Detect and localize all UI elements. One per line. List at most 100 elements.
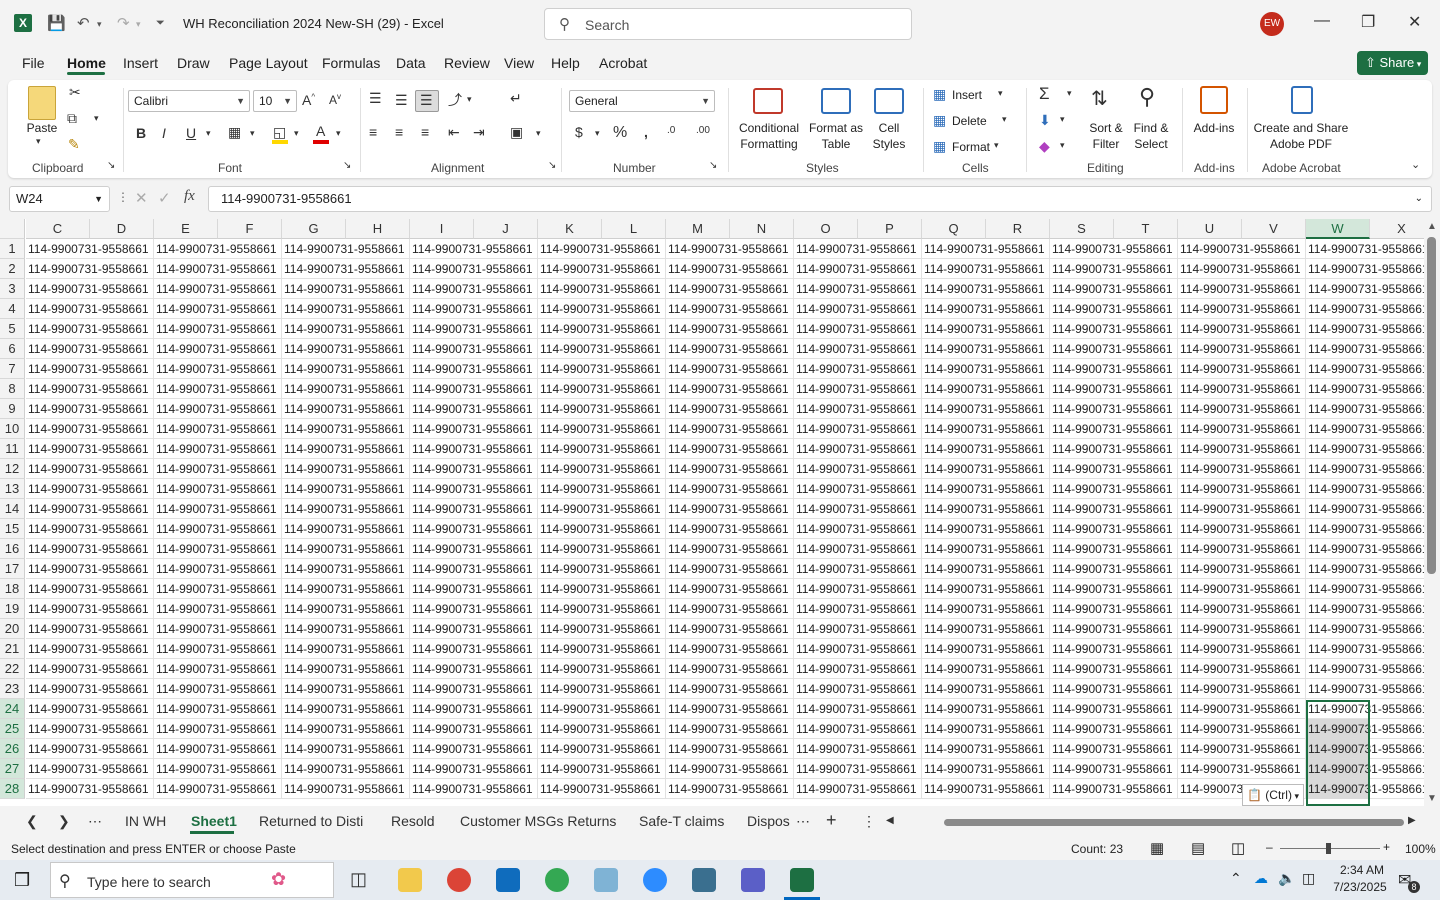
cell[interactable]: 114-9900731-9558661 [538, 279, 666, 299]
row-header[interactable]: 2 [0, 259, 25, 279]
cell[interactable]: 114-9900731-9558661 [26, 759, 154, 779]
cell[interactable]: 114-9900731-9558661 [26, 639, 154, 659]
cell[interactable]: 114-9900731-9558661 [922, 499, 1050, 519]
sheet-tab-sheet1[interactable]: Sheet1 [191, 813, 237, 829]
cell[interactable]: 114-9900731-9558661 [1306, 699, 1424, 719]
cell[interactable]: 114-9900731-9558661 [410, 339, 538, 359]
row-header[interactable]: 10 [0, 419, 25, 439]
cell[interactable]: 114-9900731-9558661 [1306, 279, 1424, 299]
cell[interactable]: 114-9900731-9558661 [154, 619, 282, 639]
cell[interactable]: 114-9900731-9558661 [666, 339, 794, 359]
cell[interactable]: 114-9900731-9558661 [1178, 719, 1306, 739]
cell[interactable]: 114-9900731-9558661 [794, 259, 922, 279]
find-select-label-2[interactable]: Select [1130, 136, 1172, 152]
cell[interactable]: 114-9900731-9558661 [26, 359, 154, 379]
cell[interactable]: 114-9900731-9558661 [154, 699, 282, 719]
adobe-pdf-icon[interactable] [1291, 86, 1313, 114]
cell[interactable]: 114-9900731-9558661 [282, 699, 410, 719]
taskbar-search[interactable]: ⚲ Type here to search ✿ [50, 862, 334, 898]
select-all-corner[interactable] [0, 219, 25, 239]
cell[interactable]: 114-9900731-9558661 [666, 439, 794, 459]
vertical-scroll-thumb[interactable] [1427, 237, 1436, 574]
cell[interactable]: 114-9900731-9558661 [922, 779, 1050, 799]
cell[interactable]: 114-9900731-9558661 [794, 479, 922, 499]
cell[interactable]: 114-9900731-9558661 [1178, 359, 1306, 379]
row-header[interactable]: 18 [0, 579, 25, 599]
avatar[interactable]: EW [1260, 12, 1284, 36]
cell[interactable]: 114-9900731-9558661 [538, 459, 666, 479]
cell[interactable]: 114-9900731-9558661 [154, 559, 282, 579]
cell[interactable]: 114-9900731-9558661 [154, 779, 282, 799]
sheet-tab-dispos[interactable]: Dispos [747, 813, 790, 829]
find-select-icon[interactable]: ⚲ [1139, 84, 1155, 110]
cell[interactable]: 114-9900731-9558661 [282, 519, 410, 539]
insert-cells-button[interactable]: Insert [952, 87, 982, 103]
formula-input[interactable]: 114-9900731-9558661 ⌄ [208, 186, 1432, 212]
cell[interactable]: 114-9900731-9558661 [26, 539, 154, 559]
cell[interactable]: 114-9900731-9558661 [922, 419, 1050, 439]
row-header[interactable]: 14 [0, 499, 25, 519]
format-as-table-label-2[interactable]: Table [808, 136, 864, 152]
cell[interactable]: 114-9900731-9558661 [666, 479, 794, 499]
sheet-tab-resold[interactable]: Resold [391, 813, 435, 829]
cell[interactable]: 114-9900731-9558661 [410, 279, 538, 299]
copy-icon[interactable]: ⧉ [67, 110, 77, 127]
cell[interactable]: 114-9900731-9558661 [794, 599, 922, 619]
increase-indent-icon[interactable]: ⇥ [473, 124, 485, 141]
cell[interactable]: 114-9900731-9558661 [922, 259, 1050, 279]
cell[interactable]: 114-9900731-9558661 [1306, 419, 1424, 439]
column-header-g[interactable]: G [282, 219, 346, 239]
clear-dropdown-icon[interactable]: ▾ [1060, 140, 1065, 151]
volume-icon[interactable]: 🔈 [1278, 870, 1295, 887]
cell[interactable]: 114-9900731-9558661 [538, 299, 666, 319]
column-header-v[interactable]: V [1242, 219, 1306, 239]
cell[interactable]: 114-9900731-9558661 [538, 439, 666, 459]
cell[interactable]: 114-9900731-9558661 [282, 719, 410, 739]
row-header[interactable]: 8 [0, 379, 25, 399]
cell[interactable]: 114-9900731-9558661 [1306, 299, 1424, 319]
cell[interactable]: 114-9900731-9558661 [922, 279, 1050, 299]
cell[interactable]: 114-9900731-9558661 [154, 739, 282, 759]
prev-sheet-icon[interactable]: ❮ [26, 813, 38, 830]
column-header-n[interactable]: N [730, 219, 794, 239]
cell[interactable]: 114-9900731-9558661 [922, 399, 1050, 419]
currency-dropdown-icon[interactable]: ▾ [595, 128, 600, 139]
cell[interactable]: 114-9900731-9558661 [666, 499, 794, 519]
cell[interactable]: 114-9900731-9558661 [1050, 239, 1178, 259]
cell[interactable]: 114-9900731-9558661 [1306, 459, 1424, 479]
search-box[interactable]: ⚲ Search [544, 8, 912, 40]
cell[interactable]: 114-9900731-9558661 [154, 439, 282, 459]
cell[interactable]: 114-9900731-9558661 [26, 239, 154, 259]
paste-dropdown-icon[interactable]: ▾ [36, 136, 41, 147]
minimize-icon[interactable]: — [1314, 12, 1330, 30]
cell[interactable]: 114-9900731-9558661 [26, 599, 154, 619]
cell[interactable]: 114-9900731-9558661 [538, 419, 666, 439]
cell[interactable]: 114-9900731-9558661 [794, 519, 922, 539]
cell[interactable]: 114-9900731-9558661 [154, 579, 282, 599]
cell[interactable]: 114-9900731-9558661 [1306, 539, 1424, 559]
cell[interactable]: 114-9900731-9558661 [922, 539, 1050, 559]
cell[interactable]: 114-9900731-9558661 [666, 519, 794, 539]
cell[interactable]: 114-9900731-9558661 [410, 599, 538, 619]
excel-taskbar-icon[interactable] [790, 868, 814, 892]
cell[interactable]: 114-9900731-9558661 [538, 239, 666, 259]
cell[interactable]: 114-9900731-9558661 [922, 739, 1050, 759]
borders-icon[interactable]: ▦ [228, 124, 241, 141]
comma-style-icon[interactable]: , [644, 124, 648, 140]
cell[interactable]: 114-9900731-9558661 [922, 339, 1050, 359]
column-header-t[interactable]: T [1114, 219, 1178, 239]
row-header[interactable]: 5 [0, 319, 25, 339]
app-icon[interactable] [594, 868, 618, 892]
cell[interactable]: 114-9900731-9558661 [666, 679, 794, 699]
cell[interactable]: 114-9900731-9558661 [1306, 559, 1424, 579]
cell[interactable]: 114-9900731-9558661 [154, 459, 282, 479]
cell[interactable]: 114-9900731-9558661 [1050, 519, 1178, 539]
cell[interactable]: 114-9900731-9558661 [410, 399, 538, 419]
tab-split-icon[interactable]: ⋮ [862, 813, 876, 830]
cell[interactable]: 114-9900731-9558661 [410, 579, 538, 599]
row-header[interactable]: 13 [0, 479, 25, 499]
cell[interactable]: 114-9900731-9558661 [794, 679, 922, 699]
cell[interactable]: 114-9900731-9558661 [1050, 659, 1178, 679]
cell[interactable]: 114-9900731-9558661 [538, 519, 666, 539]
scroll-up-icon[interactable]: ▲ [1427, 221, 1437, 232]
